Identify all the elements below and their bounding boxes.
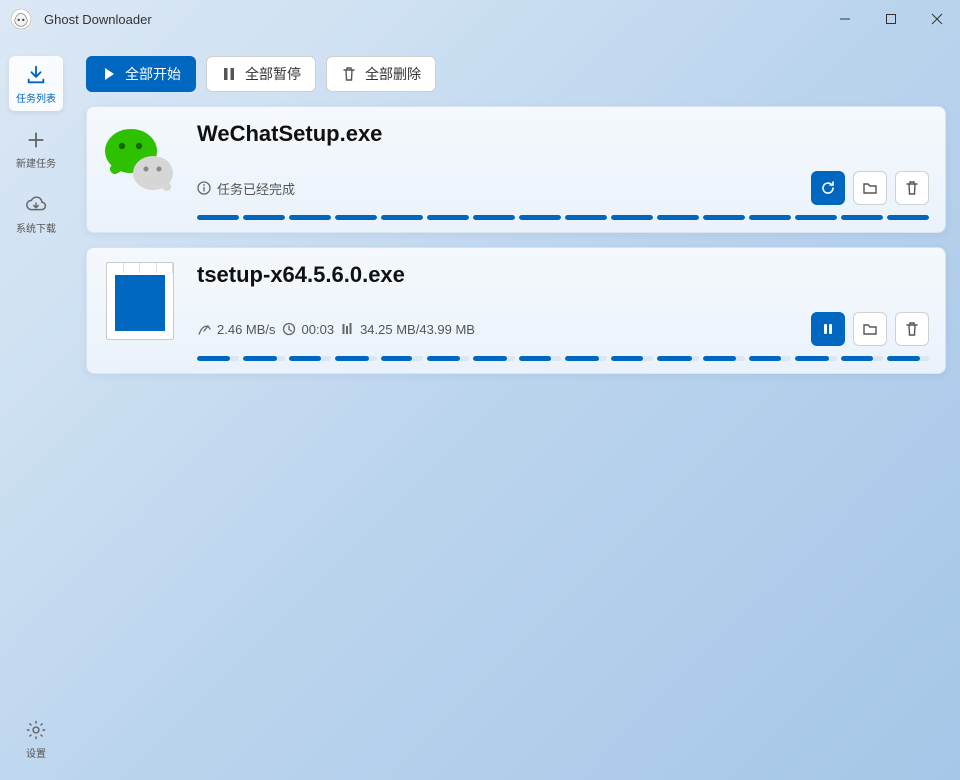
plus-icon bbox=[25, 129, 47, 151]
file-name: tsetup-x64.5.6.0.exe bbox=[197, 262, 929, 288]
button-label: 全部删除 bbox=[365, 64, 421, 84]
open-folder-button[interactable] bbox=[853, 312, 887, 346]
cloud-download-icon bbox=[25, 194, 47, 216]
button-label: 全部暂停 bbox=[245, 64, 301, 84]
button-label: 全部开始 bbox=[125, 64, 181, 84]
title-bar: Ghost Downloader bbox=[0, 0, 960, 38]
minimize-button[interactable] bbox=[822, 0, 868, 38]
task-card: tsetup-x64.5.6.0.exe 2.46 MB/s 00:03 bbox=[86, 247, 946, 374]
download-icon bbox=[25, 64, 47, 86]
app-logo bbox=[10, 8, 32, 30]
pause-icon bbox=[820, 321, 836, 337]
progress-value: 34.25 MB/43.99 MB bbox=[360, 322, 475, 337]
delete-all-button[interactable]: 全部删除 bbox=[326, 56, 436, 92]
content-area: 全部开始 全部暂停 全部删除 bbox=[72, 38, 960, 780]
sidebar-item-label: 系统下载 bbox=[16, 220, 56, 235]
folder-icon bbox=[862, 321, 878, 337]
progress-bar bbox=[197, 215, 929, 220]
task-card: WeChatSetup.exe 任务已经完成 bbox=[86, 106, 946, 233]
sidebar-item-settings[interactable]: 设置 bbox=[9, 711, 63, 766]
progress-bar bbox=[197, 356, 929, 361]
app-title: Ghost Downloader bbox=[44, 12, 152, 27]
file-name: WeChatSetup.exe bbox=[197, 121, 929, 147]
file-thumbnail bbox=[101, 121, 179, 199]
trash-icon bbox=[904, 321, 920, 337]
delete-button[interactable] bbox=[895, 312, 929, 346]
sidebar-item-tasks[interactable]: 任务列表 bbox=[9, 56, 63, 111]
open-folder-button[interactable] bbox=[853, 171, 887, 205]
folder-icon bbox=[862, 180, 878, 196]
delete-button[interactable] bbox=[895, 171, 929, 205]
eta-value: 00:03 bbox=[302, 322, 335, 337]
info-icon bbox=[197, 181, 211, 195]
close-button[interactable] bbox=[914, 0, 960, 38]
trash-icon bbox=[341, 66, 357, 82]
speed-icon bbox=[197, 322, 211, 336]
sidebar-item-new[interactable]: 新建任务 bbox=[9, 121, 63, 176]
pause-button[interactable] bbox=[811, 312, 845, 346]
sidebar-item-system[interactable]: 系统下载 bbox=[9, 186, 63, 241]
pause-icon bbox=[221, 66, 237, 82]
restart-button[interactable] bbox=[811, 171, 845, 205]
play-icon bbox=[101, 66, 117, 82]
size-icon bbox=[340, 322, 354, 336]
refresh-icon bbox=[820, 180, 836, 196]
toolbar: 全部开始 全部暂停 全部删除 bbox=[86, 56, 946, 92]
speed-value: 2.46 MB/s bbox=[217, 322, 276, 337]
gear-icon bbox=[25, 719, 47, 741]
maximize-button[interactable] bbox=[868, 0, 914, 38]
sidebar-item-label: 新建任务 bbox=[16, 155, 56, 170]
pause-all-button[interactable]: 全部暂停 bbox=[206, 56, 316, 92]
trash-icon bbox=[904, 180, 920, 196]
sidebar: 任务列表 新建任务 系统下载 设置 bbox=[0, 38, 72, 780]
sidebar-item-label: 设置 bbox=[26, 745, 46, 760]
wechat-icon bbox=[101, 121, 179, 199]
clock-icon bbox=[282, 322, 296, 336]
file-thumbnail bbox=[101, 262, 179, 340]
sidebar-item-label: 任务列表 bbox=[16, 90, 56, 105]
start-all-button[interactable]: 全部开始 bbox=[86, 56, 196, 92]
status-text: 任务已经完成 bbox=[217, 179, 295, 198]
generic-file-icon bbox=[106, 262, 174, 340]
